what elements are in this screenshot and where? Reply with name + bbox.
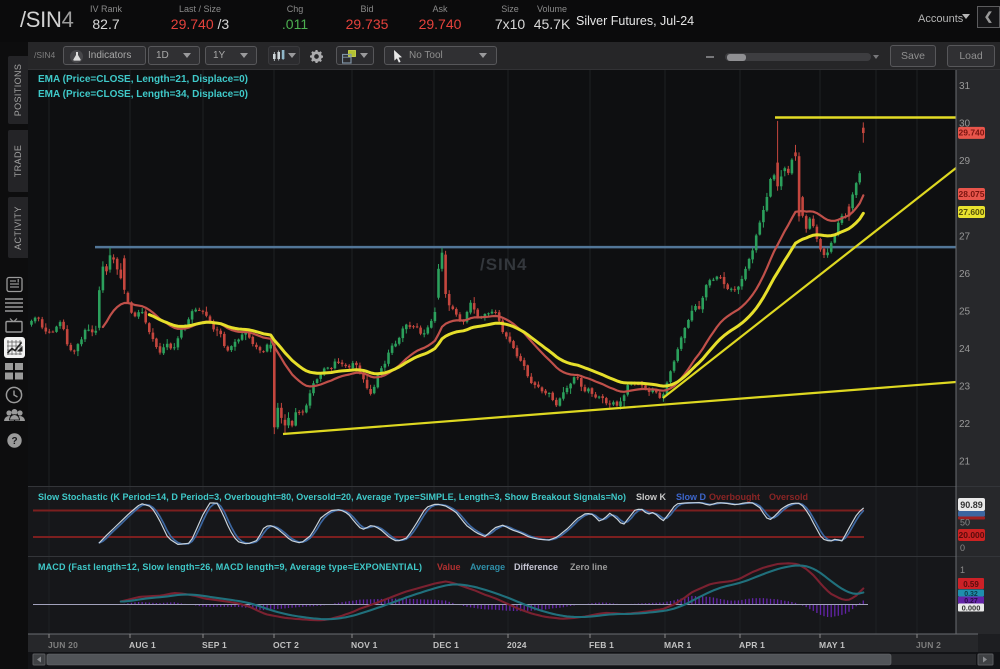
svg-text:Oversold: Oversold bbox=[769, 492, 808, 502]
svg-text:0.59: 0.59 bbox=[963, 580, 979, 589]
svg-text:22: 22 bbox=[959, 419, 971, 430]
svg-text:1: 1 bbox=[960, 565, 965, 575]
svg-text:JUN 2: JUN 2 bbox=[916, 640, 941, 650]
svg-text:MAR 1: MAR 1 bbox=[664, 640, 692, 650]
svg-text:Slow K: Slow K bbox=[636, 492, 667, 502]
svg-text:27: 27 bbox=[959, 231, 971, 242]
svg-text:90.89: 90.89 bbox=[960, 500, 983, 510]
svg-text:Zero line: Zero line bbox=[570, 562, 608, 572]
svg-text:MACD (Fast length=12, Slow len: MACD (Fast length=12, Slow length=26, MA… bbox=[38, 562, 422, 572]
svg-text:Average: Average bbox=[470, 562, 505, 572]
svg-text:2024: 2024 bbox=[507, 640, 527, 650]
svg-text:EMA (Price=CLOSE, Length=21, D: EMA (Price=CLOSE, Length=21, Displace=0) bbox=[38, 74, 248, 85]
svg-text:23: 23 bbox=[959, 382, 971, 393]
svg-text:APR 1: APR 1 bbox=[739, 640, 765, 650]
svg-text:0.000: 0.000 bbox=[962, 604, 981, 613]
svg-text:EMA (Price=CLOSE, Length=34, D: EMA (Price=CLOSE, Length=34, Displace=0) bbox=[38, 89, 248, 100]
svg-text:50: 50 bbox=[960, 518, 970, 528]
svg-text:Slow Stochastic (K Period=14,: Slow Stochastic (K Period=14, D Period=3… bbox=[38, 492, 626, 502]
svg-text:NOV 1: NOV 1 bbox=[351, 640, 378, 650]
svg-text:27.600: 27.600 bbox=[959, 207, 985, 217]
svg-text:26: 26 bbox=[959, 269, 971, 280]
svg-text:OCT 2: OCT 2 bbox=[273, 640, 299, 650]
svg-text:25: 25 bbox=[959, 306, 971, 317]
svg-text:Value: Value bbox=[437, 562, 461, 572]
svg-text:FEB 1: FEB 1 bbox=[589, 640, 614, 650]
svg-text:0: 0 bbox=[960, 543, 965, 553]
svg-text:Difference: Difference bbox=[514, 562, 558, 572]
svg-text:DEC 1: DEC 1 bbox=[433, 640, 459, 650]
svg-text:20.000: 20.000 bbox=[959, 530, 985, 540]
svg-text:29.740: 29.740 bbox=[959, 128, 985, 138]
svg-text:AUG 1: AUG 1 bbox=[129, 640, 156, 650]
svg-text:MAY 1: MAY 1 bbox=[819, 640, 845, 650]
svg-text:/SIN4: /SIN4 bbox=[480, 255, 528, 274]
svg-text:29: 29 bbox=[959, 156, 971, 167]
svg-text:Overbought: Overbought bbox=[709, 492, 760, 502]
svg-text:28.075: 28.075 bbox=[959, 189, 985, 199]
svg-text:Slow D: Slow D bbox=[676, 492, 707, 502]
svg-text:JUN 20: JUN 20 bbox=[48, 640, 78, 650]
svg-text:21: 21 bbox=[959, 457, 971, 468]
svg-text:SEP 1: SEP 1 bbox=[202, 640, 227, 650]
svg-text:24: 24 bbox=[959, 344, 971, 355]
svg-text:31: 31 bbox=[959, 81, 971, 92]
